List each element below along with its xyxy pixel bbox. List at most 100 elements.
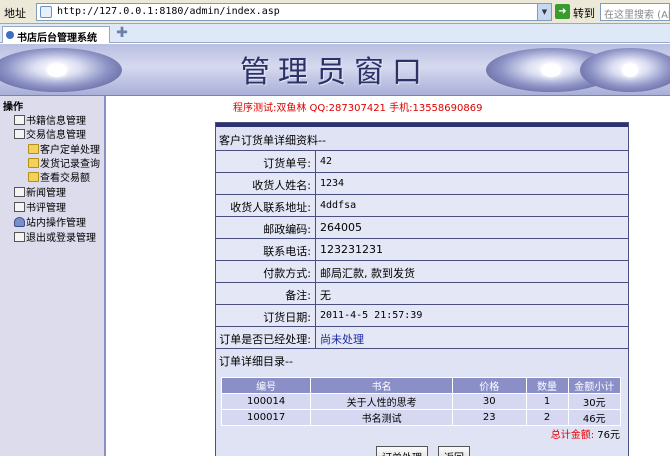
doc-icon: [14, 202, 25, 212]
field-row-payment: 付款方式: 邮局汇款, 款到发货: [216, 260, 628, 282]
table-row: 100014 关于人性的思考 30 1 30元: [220, 393, 621, 410]
doc-icon: [14, 115, 25, 125]
go-arrow-icon[interactable]: ➜: [555, 4, 570, 19]
table-cell: 关于人性的思考: [310, 393, 453, 410]
sidebar-item-reviews[interactable]: 书评管理: [14, 199, 66, 214]
field-label: 收货人联系地址:: [216, 195, 316, 216]
search-input[interactable]: 在这里搜索 (Alt+C): [600, 3, 670, 21]
table-cell: 100014: [220, 393, 312, 410]
folder-icon: [28, 158, 39, 168]
sidebar-heading: 操作: [3, 102, 23, 113]
field-value: 123231231: [320, 243, 383, 256]
sidebar-item-transactions[interactable]: 交易信息管理: [14, 126, 86, 141]
field-label: 联系电话:: [216, 239, 316, 260]
sidebar-item-label[interactable]: 新闻管理: [26, 188, 66, 199]
table-cell: 2: [525, 409, 569, 426]
go-label[interactable]: 转到: [573, 5, 595, 21]
address-url[interactable]: http://127.0.0.1:8180/admin/index.asp: [57, 6, 280, 17]
field-value: 2011-4-5 21:57:39: [320, 310, 423, 321]
total-label: 总计金额:: [550, 430, 595, 441]
doc-icon: [14, 187, 25, 197]
page-icon: [40, 6, 52, 18]
sidebar-item-label[interactable]: 查看交易额: [40, 173, 90, 184]
field-value: 264005: [320, 221, 362, 234]
field-label: 备注:: [216, 283, 316, 304]
field-label: 订货日期:: [216, 305, 316, 326]
field-row-remark: 备注: 无: [216, 282, 628, 304]
total-value: 76元: [597, 430, 620, 441]
field-row-processed: 订单是否已经处理: 尚未处理: [216, 326, 628, 348]
sidebar-item-logout[interactable]: 退出或登录管理: [14, 229, 96, 244]
main-content: 程序测试:双鱼林 QQ:287307421 手机:13558690869 客户订…: [108, 96, 670, 456]
folder-icon: [28, 144, 39, 154]
sidebar-item-news[interactable]: 新闻管理: [14, 184, 66, 199]
panel-top-border: [216, 123, 628, 127]
chevron-down-icon[interactable]: ▼: [537, 4, 551, 20]
table-cell: 30: [452, 393, 527, 410]
field-value: 无: [320, 289, 331, 302]
field-label: 付款方式:: [216, 261, 316, 282]
table-header: 数量: [525, 377, 569, 394]
sidebar-item-sales[interactable]: 查看交易额: [28, 169, 90, 184]
field-value: 邮局汇款, 款到发货: [320, 267, 415, 280]
table-cell: 46元: [567, 409, 621, 426]
sidebar: 操作 书籍信息管理 交易信息管理 客户定单处理 发货记录查询 查看交易额 新闻管…: [0, 96, 106, 456]
sidebar-item-label[interactable]: 书评管理: [26, 203, 66, 214]
panel-title: 客户订货单详细资料--: [219, 134, 326, 147]
table-cell: 100017: [220, 409, 312, 426]
table-cell: 30元: [567, 393, 621, 410]
sidebar-item-label[interactable]: 退出或登录管理: [26, 233, 96, 244]
header-banner: 管理员窗口: [0, 44, 670, 96]
table-header: 价格: [452, 377, 527, 394]
folder-icon: [28, 172, 39, 182]
tab-bar: 书店后台管理系统 ✚: [0, 24, 670, 44]
tab-label: 书店后台管理系统: [17, 33, 97, 44]
sidebar-item-label[interactable]: 站内操作管理: [26, 218, 86, 229]
back-button[interactable]: 返回: [438, 446, 470, 456]
user-icon: [14, 217, 25, 227]
table-cell: 书名测试: [310, 409, 453, 426]
table-cell: 1: [525, 393, 569, 410]
test-notice: 程序测试:双鱼林 QQ:287307421 手机:13558690869: [233, 103, 483, 114]
page-title: 管理员窗口: [240, 55, 430, 90]
process-order-button[interactable]: 订单处理: [376, 446, 428, 456]
table-cell: 23: [452, 409, 527, 426]
sidebar-item-site-ops[interactable]: 站内操作管理: [14, 214, 86, 229]
field-row-postcode: 邮政编码: 264005: [216, 216, 628, 238]
field-value: 4ddfsa: [320, 200, 357, 211]
sidebar-item-label[interactable]: 交易信息管理: [26, 130, 86, 141]
field-value: 1234: [320, 178, 345, 189]
field-row-phone: 联系电话: 123231231: [216, 238, 628, 260]
field-label: 收货人姓名:: [216, 173, 316, 194]
order-detail-panel: 客户订货单详细资料-- 订货单号: 42 收货人姓名: 1234 收货人联系地址…: [215, 122, 629, 456]
table-header: 金额小计: [567, 377, 621, 394]
doc-icon: [14, 129, 25, 139]
field-label: 订货单号:: [216, 151, 316, 172]
tab-admin[interactable]: 书店后台管理系统: [2, 26, 110, 44]
table-header-row: 编号 书名 价格 数量 金额小计: [220, 377, 621, 394]
new-tab-icon[interactable]: ✚: [114, 25, 130, 41]
field-value-status: 尚未处理: [320, 333, 364, 346]
field-row-address: 收货人联系地址: 4ddfsa: [216, 194, 628, 216]
field-label: 订单是否已经处理:: [216, 327, 316, 348]
sidebar-item-shipping[interactable]: 发货记录查询: [28, 155, 100, 170]
sidebar-item-orders[interactable]: 客户定单处理: [28, 141, 100, 156]
address-label: 地址: [4, 7, 26, 20]
address-bar: 地址 http://127.0.0.1:8180/admin/index.asp…: [0, 0, 670, 24]
order-total: 总计金额: 76元: [551, 426, 620, 441]
table-header: 书名: [310, 377, 453, 394]
ie-icon: [6, 31, 14, 39]
field-label: 邮政编码:: [216, 217, 316, 238]
field-row-recipient: 收货人姓名: 1234: [216, 172, 628, 194]
order-items-table: 编号 书名 价格 数量 金额小计 100014 关于人性的思考 30 1 30元…: [220, 377, 621, 426]
detail-title: 订单详细目录--: [219, 355, 293, 368]
field-value: 42: [320, 156, 333, 167]
go-button[interactable]: ➜ 转到: [555, 4, 601, 20]
table-row: 100017 书名测试 23 2 46元: [220, 409, 621, 426]
address-input[interactable]: http://127.0.0.1:8180/admin/index.asp ▼: [36, 3, 552, 21]
sidebar-item-books[interactable]: 书籍信息管理: [14, 112, 86, 127]
field-row-date: 订货日期: 2011-4-5 21:57:39: [216, 304, 628, 326]
table-header: 编号: [220, 377, 312, 394]
field-row-order-id: 订货单号: 42: [216, 150, 628, 172]
doc-icon: [14, 232, 25, 242]
